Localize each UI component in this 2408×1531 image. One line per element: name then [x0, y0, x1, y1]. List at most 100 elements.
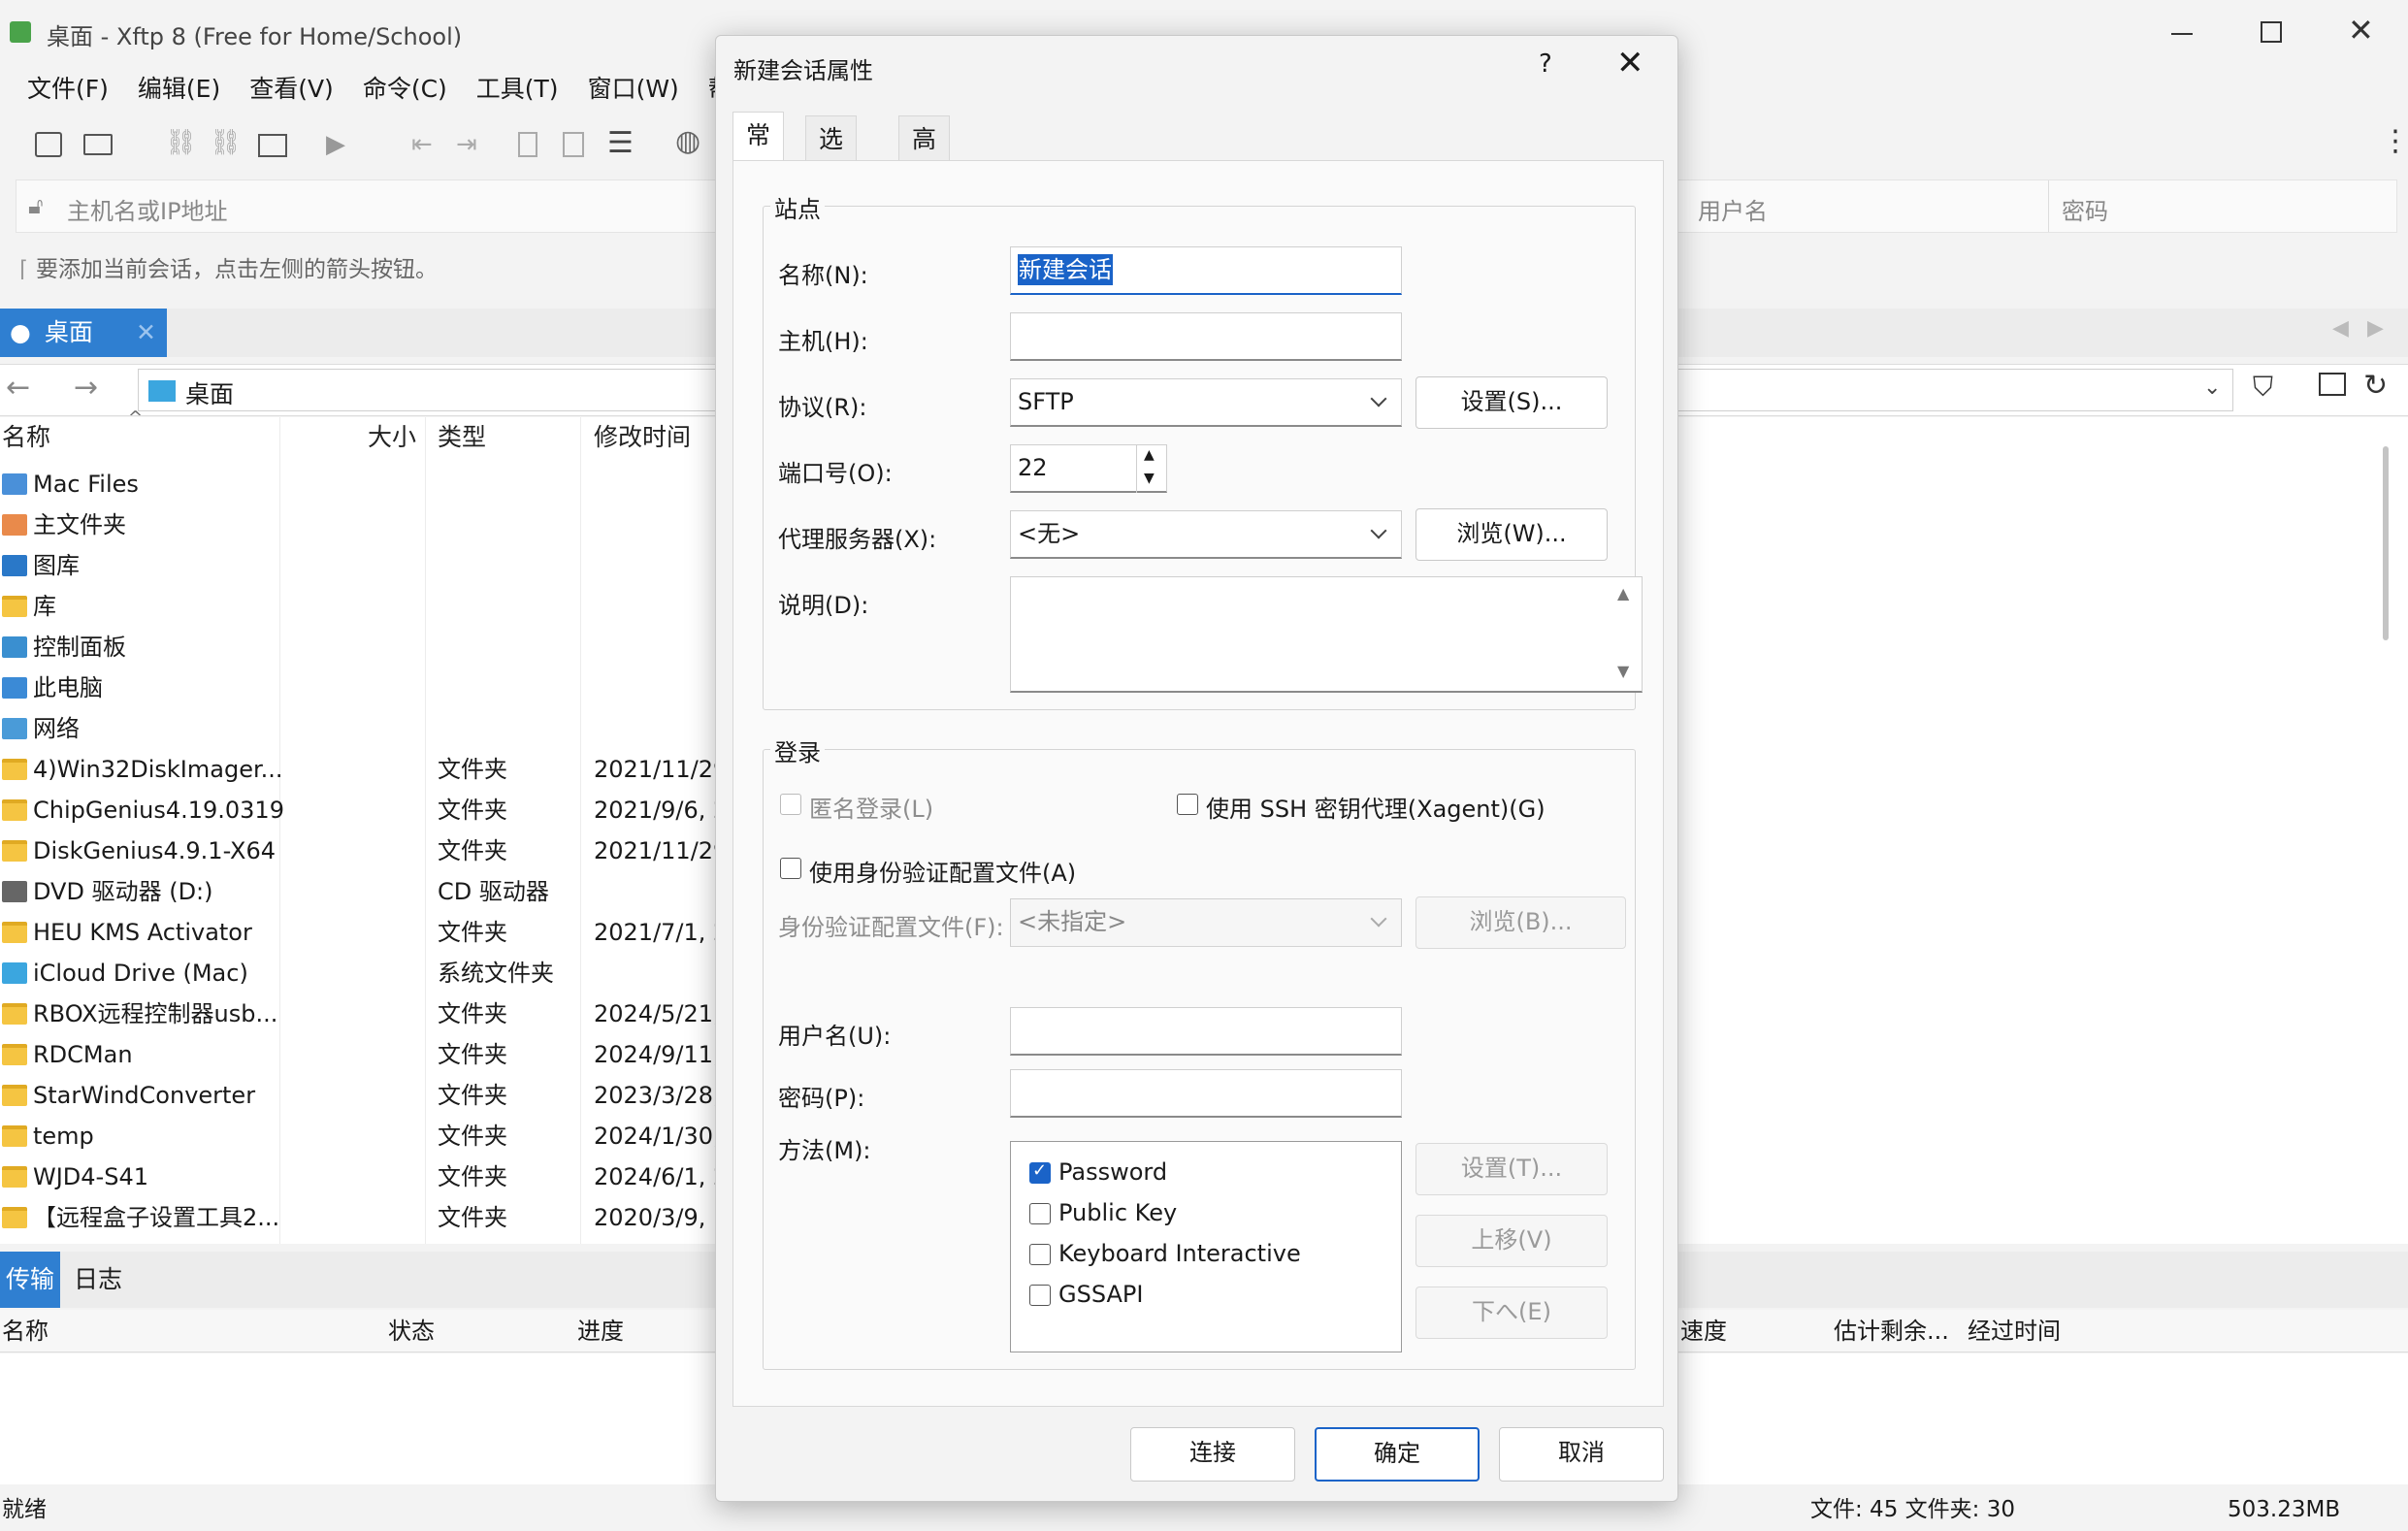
tab-log[interactable]: 日志 [74, 1252, 122, 1308]
xfer-col-speed[interactable]: 速度 [1680, 1310, 1727, 1352]
file-row[interactable]: 网络 [0, 708, 718, 749]
file-row[interactable]: 图库 [0, 545, 718, 586]
file-row[interactable]: RDCMan 文件夹 2024/9/11, [0, 1034, 721, 1075]
col-size[interactable]: 大小 [368, 417, 416, 458]
file-row[interactable]: WJD4-S41 文件夹 2024/6/1, 2 [0, 1156, 728, 1197]
download-icon[interactable]: ⇥ [456, 130, 477, 159]
menu-command[interactable]: 命令(C) [363, 75, 447, 103]
tab-prev-icon[interactable]: ◀ [2332, 316, 2349, 341]
menu-tools[interactable]: 工具(T) [476, 75, 559, 103]
tab-next-icon[interactable]: ▶ [2367, 316, 2384, 341]
method-checkbox[interactable] [1029, 1244, 1051, 1265]
ok-button[interactable]: 确定 [1315, 1427, 1480, 1482]
tab-desktop[interactable]: ● 桌面 ✕ [0, 309, 167, 357]
upload-icon[interactable]: ⇤ [411, 130, 433, 159]
xfer-col-elapsed[interactable]: 经过时间 [1968, 1310, 2061, 1352]
vertical-scrollbar[interactable] [2383, 446, 2389, 640]
play-icon[interactable]: ▶ [326, 130, 345, 159]
col-mtime[interactable]: 修改时间 [594, 417, 691, 458]
connect-button[interactable]: 连接 [1130, 1427, 1295, 1482]
menu-edit[interactable]: 编辑(E) [138, 75, 220, 103]
file-row[interactable]: Mac Files [0, 464, 718, 505]
copy-icon[interactable] [518, 132, 537, 157]
protocol-select[interactable]: SFTP [1010, 378, 1402, 427]
file-row[interactable]: temp 文件夹 2024/1/30, [0, 1116, 721, 1156]
globe-icon[interactable]: ◍ [675, 124, 700, 158]
method-checkbox[interactable]: ✓ [1029, 1160, 1051, 1184]
col-name[interactable]: 名称 [2, 417, 50, 458]
back-icon[interactable]: ← [6, 371, 30, 405]
list-view-icon[interactable]: ☰ [607, 126, 634, 160]
tab-transfer[interactable]: 传输 [0, 1252, 60, 1308]
ssh-agent-checkbox[interactable] [1177, 794, 1198, 815]
protocol-settings-button[interactable]: 设置(S)... [1416, 376, 1608, 429]
file-row[interactable]: ChipGenius4.19.0319 文件夹 2021/9/6, 2 [0, 790, 728, 831]
anonymous-checkbox[interactable] [780, 794, 801, 815]
method-checkbox[interactable] [1029, 1285, 1051, 1306]
file-row[interactable]: StarWindConverter 文件夹 2023/3/28, [0, 1075, 721, 1116]
more-icon[interactable]: ⋮ [2381, 124, 2408, 158]
parent-folder-icon[interactable] [2319, 373, 2346, 396]
minimize-icon[interactable] [2171, 33, 2193, 35]
auth-file-select[interactable]: <未指定> [1010, 898, 1402, 947]
dialog-close-icon[interactable]: ✕ [1616, 44, 1644, 82]
spin-down-icon[interactable]: ▼ [1144, 471, 1155, 486]
move-up-button[interactable]: 上移(V) [1416, 1215, 1608, 1267]
close-icon[interactable]: ✕ [2348, 12, 2374, 49]
col-type[interactable]: 类型 [438, 417, 486, 458]
file-row[interactable]: DiskGenius4.9.1-X64 文件夹 2021/11/29 [0, 831, 728, 871]
file-row[interactable]: 控制面板 [0, 627, 718, 668]
description-textarea[interactable] [1010, 576, 1643, 693]
file-row[interactable]: HEU KMS Activator 文件夹 2021/7/1, 2 [0, 912, 728, 953]
host-field[interactable] [1010, 312, 1402, 361]
maximize-icon[interactable] [2261, 21, 2282, 43]
tab-general[interactable]: 常规 [732, 112, 785, 196]
help-button[interactable]: ? [1539, 49, 1552, 79]
auth-browse-button[interactable]: 浏览(B)... [1416, 896, 1626, 949]
file-row[interactable]: iCloud Drive (Mac) 系统文件夹 [0, 953, 718, 994]
xfer-col-eta[interactable]: 估计剩余... [1834, 1310, 1949, 1352]
proxy-select[interactable]: <无> [1010, 510, 1402, 559]
menu-file[interactable]: 文件(F) [27, 75, 109, 103]
cancel-button[interactable]: 取消 [1499, 1427, 1664, 1482]
tab-close-icon[interactable]: ✕ [136, 309, 156, 357]
file-row[interactable]: 4)Win32DiskImager... 文件夹 2021/11/29 [0, 749, 728, 790]
path-dropdown-icon[interactable]: ⌄ [2203, 375, 2221, 400]
menu-view[interactable]: 查看(V) [249, 75, 334, 103]
menu-window[interactable]: 窗口(W) [588, 75, 679, 103]
open-folder-icon[interactable] [83, 134, 113, 155]
paste-icon[interactable] [563, 132, 584, 157]
file-row[interactable]: 主文件夹 [0, 505, 718, 545]
auth-profile-checkbox[interactable] [780, 858, 801, 879]
file-row[interactable]: DVD 驱动器 (D:) CD 驱动器 [0, 871, 718, 912]
unlink-icon[interactable]: ⛓ [210, 128, 242, 157]
bookmark-flag-icon[interactable]: ⛉ [2253, 371, 2273, 404]
move-down-button[interactable]: 下へ(E) [1416, 1287, 1608, 1339]
name-input[interactable]: 新建会话 [1010, 246, 1402, 295]
refresh-icon[interactable]: ↻ [2363, 369, 2388, 403]
method-checkbox[interactable] [1029, 1203, 1051, 1224]
spin-up-icon[interactable]: ▲ [1144, 447, 1155, 463]
file-row[interactable]: 此电脑 [0, 668, 718, 708]
proxy-browse-button[interactable]: 浏览(W)... [1416, 508, 1608, 561]
password-input[interactable]: 密码 [2062, 192, 2108, 226]
tab-advanced[interactable]: 高级 [898, 115, 951, 200]
desc-scroll-down-icon[interactable]: ▼ [1617, 662, 1629, 680]
username-field[interactable] [1010, 1007, 1402, 1056]
password-field[interactable] [1010, 1069, 1402, 1118]
window-icon[interactable] [258, 134, 287, 157]
xfer-col-name[interactable]: 名称 [2, 1310, 49, 1352]
host-input[interactable]: 主机名或IP地址 [67, 192, 228, 226]
method-settings-button[interactable]: 设置(T)... [1416, 1143, 1608, 1195]
file-row[interactable]: 库 [0, 586, 718, 627]
port-spin-buttons[interactable]: ▲ ▼ [1136, 444, 1167, 493]
link-icon[interactable]: ⛓ [165, 128, 197, 157]
xfer-col-status[interactable]: 状态 [388, 1310, 435, 1352]
file-row[interactable]: 【远程盒子设置工具2... 文件夹 2020/3/9, 1 [0, 1197, 728, 1238]
new-session-icon[interactable] [35, 132, 62, 157]
xfer-col-progress[interactable]: 进度 [577, 1310, 624, 1352]
desc-scroll-up-icon[interactable]: ▲ [1617, 584, 1629, 603]
file-row[interactable]: RBOX远程控制器usb... 文件夹 2024/5/21, [0, 994, 721, 1034]
tab-options[interactable]: 选项 [805, 115, 858, 200]
forward-icon[interactable]: → [74, 371, 98, 405]
